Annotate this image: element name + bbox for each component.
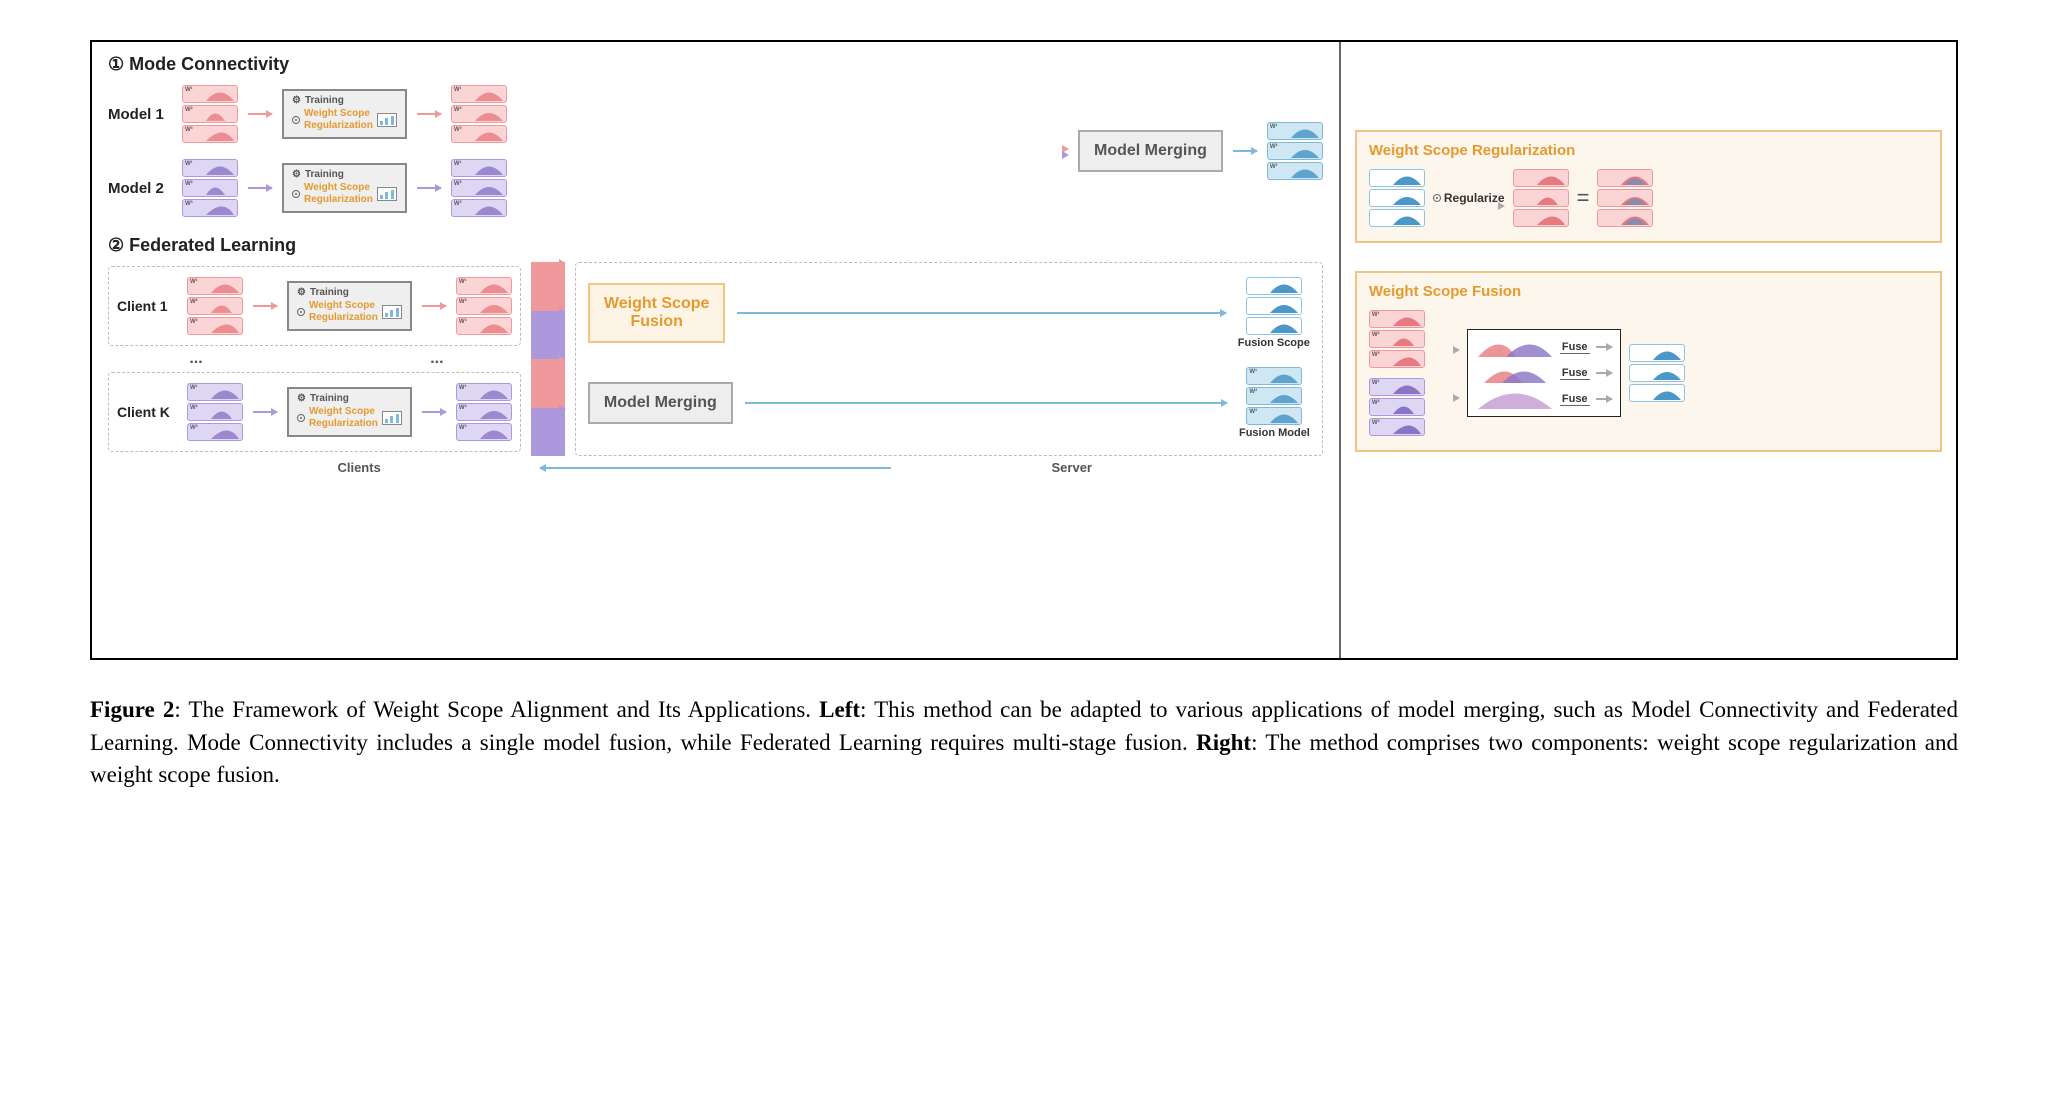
arrow-icon <box>745 402 1227 404</box>
arrow-icon <box>253 411 277 413</box>
client1-label: Client 1 <box>117 298 177 314</box>
fuse-label: Fuse <box>1560 393 1590 406</box>
regularize-label: Regularize <box>1444 191 1505 205</box>
model-merging-box: Model Merging <box>588 382 733 424</box>
minichart-icon <box>377 113 397 127</box>
model1-label: Model 1 <box>108 106 172 123</box>
merged-stack: W¹ W² W³ <box>1267 122 1323 180</box>
arrow-icon <box>1596 398 1612 400</box>
target-icon <box>297 308 305 316</box>
fuse-label: Fuse <box>1560 341 1590 354</box>
wsf-card-title: Weight Scope Fusion <box>1369 283 1928 300</box>
gear-icon: ⚙ <box>297 393 306 406</box>
training-box: ⚙Training Weight Scope Regularization <box>287 387 412 437</box>
training-box: ⚙Training Weight Scope Regularization <box>287 281 412 331</box>
model-merging-box: Model Merging <box>1078 130 1223 172</box>
arrow-icon <box>422 305 446 307</box>
arrow-icon <box>253 305 277 307</box>
model1-output-stack: W¹ W² W³ <box>451 85 507 143</box>
arrow-icon <box>531 262 565 311</box>
figure-label: Figure 2 <box>90 697 174 722</box>
training-box: ⚙Training Weight Scope Regularization <box>282 163 407 213</box>
minichart-icon <box>377 187 397 201</box>
training-box: ⚙Training Weight Scope Regularization <box>282 89 407 139</box>
arrow-icon <box>531 408 565 457</box>
arrow-icon <box>531 311 565 360</box>
gear-icon: ⚙ <box>292 95 301 108</box>
gear-icon: ⚙ <box>297 287 306 300</box>
wsr-card: Weight Scope Regularization Regularize = <box>1355 130 1942 243</box>
arrow-icon <box>1233 150 1257 152</box>
arrow-icon <box>248 187 272 189</box>
target-icon <box>292 116 300 124</box>
arrow-icon <box>417 113 441 115</box>
model2-row: Model 2 W¹ W² W³ ⚙Training Weight Scope … <box>108 159 507 217</box>
gear-icon: ⚙ <box>292 169 301 182</box>
fusion-model-label: Fusion Model <box>1239 427 1310 439</box>
ellipsis: ... <box>409 350 465 368</box>
target-icon <box>292 190 300 198</box>
arrow-icon <box>737 312 1225 314</box>
section-mode-connectivity-title: ① Mode Connectivity <box>108 54 1323 75</box>
server-label: Server <box>897 460 1247 475</box>
model1-input-stack: W¹ W² W³ <box>182 85 238 143</box>
figure-frame: ① Mode Connectivity Model 1 W¹ W² W³ ⚙Tr… <box>90 40 1958 660</box>
feedback-row: Clients Server <box>108 460 1323 475</box>
minichart-icon <box>382 411 402 425</box>
target-icon <box>297 414 305 422</box>
fusion-scope-label: Fusion Scope <box>1238 337 1310 349</box>
arrow-icon <box>422 411 446 413</box>
right-panel: Weight Scope Regularization Regularize = <box>1341 42 1956 658</box>
client1-group: Client 1 W¹ W² W³ ⚙Training Weight Scope… <box>108 266 521 346</box>
left-panel: ① Mode Connectivity Model 1 W¹ W² W³ ⚙Tr… <box>92 42 1341 658</box>
wsf-card: Weight Scope Fusion W¹ W² W³ W¹ W² W³ <box>1355 271 1942 452</box>
model1-row: Model 1 W¹ W² W³ ⚙Training Weight Scope … <box>108 85 507 143</box>
model2-label: Model 2 <box>108 180 172 197</box>
minichart-icon <box>382 305 402 319</box>
wsr-card-title: Weight Scope Regularization <box>1369 142 1928 159</box>
clientK-group: Client K W¹ W² W³ ⚙Training Weight Scope… <box>108 372 521 452</box>
server-group: Weight Scope Fusion Fusion Scope Model M… <box>575 262 1323 456</box>
arrow-icon <box>417 187 441 189</box>
feedback-arrow-icon <box>540 467 890 469</box>
fuse-label: Fuse <box>1560 367 1590 380</box>
ellipsis: ... <box>168 350 224 368</box>
fuse-box: Fuse Fuse Fuse <box>1467 329 1621 417</box>
mc-merge-area: Model Merging W¹ W² W³ <box>1038 122 1323 180</box>
weight-scope-fusion-box: Weight Scope Fusion <box>588 283 726 343</box>
clients-label: Clients <box>184 460 534 475</box>
arrow-icon <box>248 113 272 115</box>
target-icon <box>1433 194 1441 202</box>
equals-icon: = <box>1577 185 1590 211</box>
figure-caption: Figure 2: The Framework of Weight Scope … <box>90 694 1958 792</box>
arrow-icon <box>1596 372 1612 374</box>
section-federated-learning-title: ② Federated Learning <box>108 235 1323 256</box>
arrow-icon <box>531 359 565 408</box>
clientK-label: Client K <box>117 404 177 420</box>
arrow-icon <box>1596 346 1612 348</box>
